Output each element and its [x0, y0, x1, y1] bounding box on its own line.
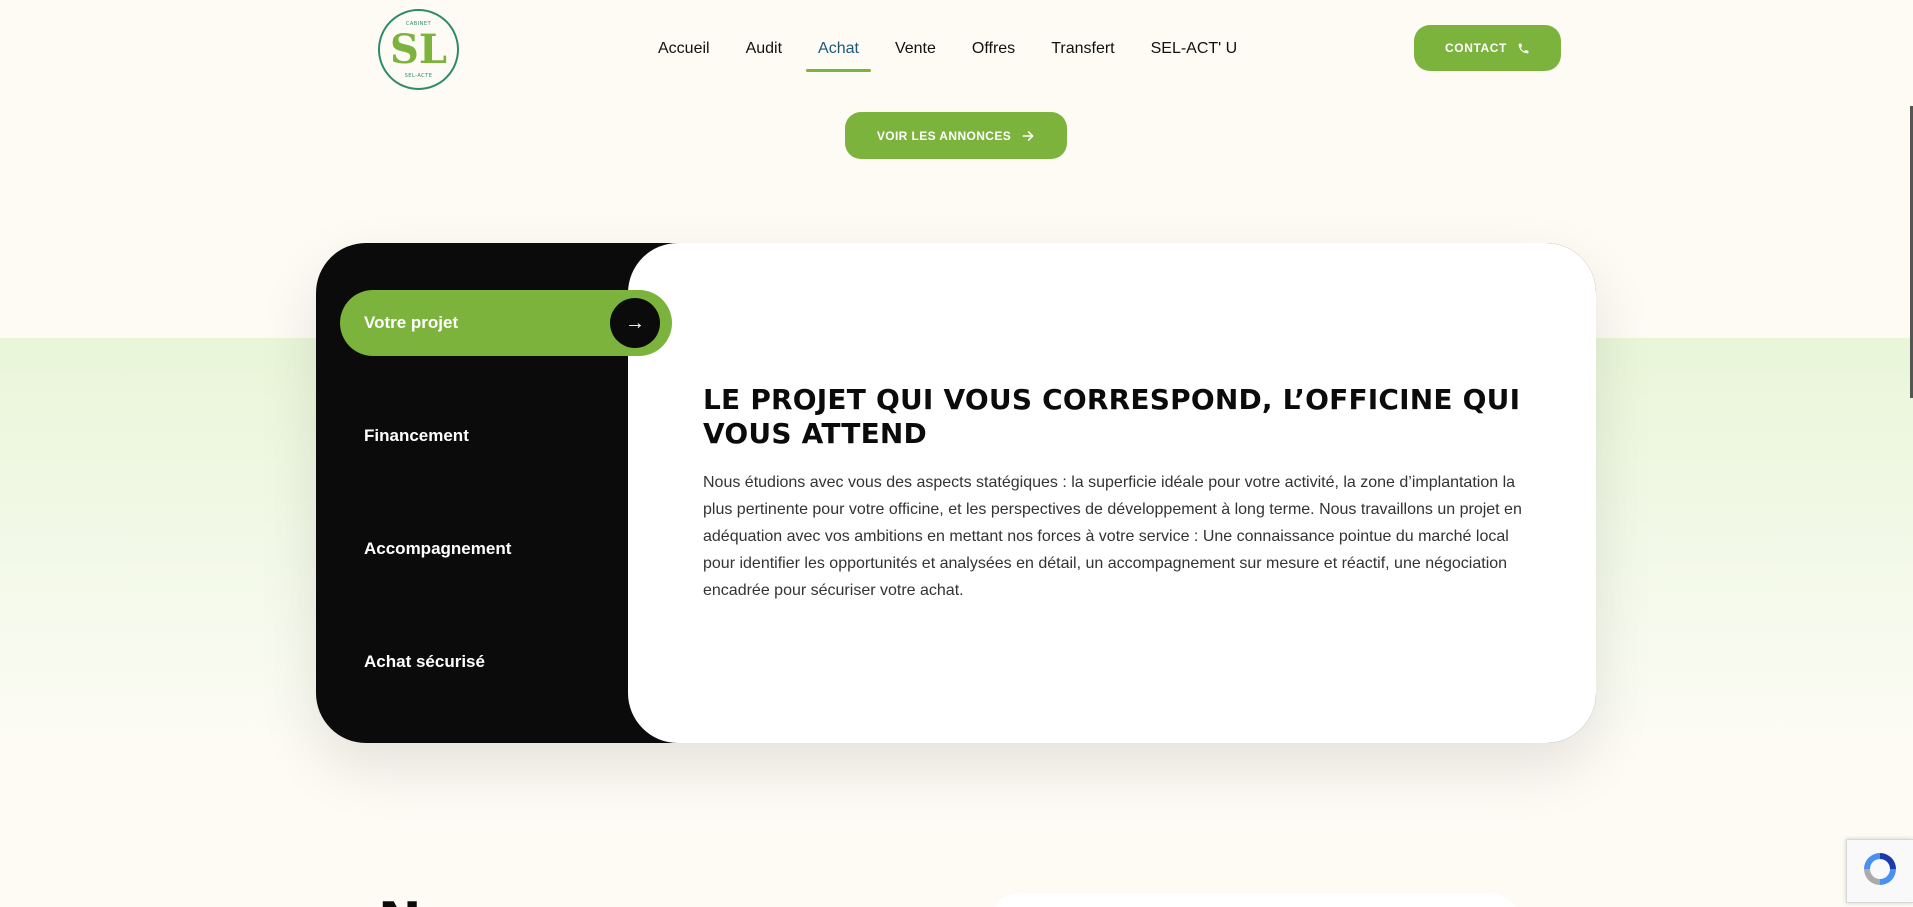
- tab-financement[interactable]: Financement: [340, 403, 672, 469]
- recaptcha-badge[interactable]: [1846, 839, 1913, 903]
- tab-content-panel: LE PROJET QUI VOUS CORRESPOND, L’OFFICIN…: [628, 243, 1596, 743]
- view-listings-label: VOIR LES ANNONCES: [876, 128, 1012, 143]
- tab-accompagnement[interactable]: Accompagnement: [340, 516, 672, 582]
- tab-label: Accompagnement: [364, 539, 512, 558]
- logo-mark: SL: [389, 25, 447, 73]
- arrow-right-icon: →: [610, 298, 660, 348]
- contact-button[interactable]: CONTACT: [1414, 25, 1561, 71]
- nav-item-audit[interactable]: Audit: [728, 30, 800, 72]
- nav-item-transfert[interactable]: Transfert: [1033, 30, 1132, 72]
- nav-item-sel-act-u[interactable]: SEL-ACT' U: [1133, 30, 1256, 72]
- step-tabs: Votre projet → Financement Accompagnemen…: [316, 243, 672, 743]
- panel-title: LE PROJET QUI VOUS CORRESPOND, L’OFFICIN…: [703, 383, 1521, 450]
- tab-achat-securise[interactable]: Achat sécurisé: [340, 629, 672, 695]
- recaptcha-icon: [1860, 849, 1900, 893]
- nav-item-vente[interactable]: Vente: [877, 30, 954, 72]
- nav-item-accueil[interactable]: Accueil: [640, 30, 728, 72]
- tab-label: Financement: [364, 426, 469, 445]
- next-section-card: [990, 893, 1520, 907]
- main-navigation: Accueil Audit Achat Vente Offres Transfe…: [640, 30, 1255, 74]
- nav-item-achat[interactable]: Achat: [800, 30, 877, 72]
- tab-votre-projet[interactable]: Votre projet →: [340, 290, 672, 356]
- phone-icon: [1517, 42, 1530, 55]
- logo-bottom-text: SEL-ACTE: [404, 72, 433, 79]
- nav-item-offres[interactable]: Offres: [954, 30, 1033, 72]
- panel-description: Nous étudions avec vous des aspects stat…: [703, 474, 1522, 599]
- view-listings-button[interactable]: VOIR LES ANNONCES: [845, 112, 1067, 159]
- site-logo[interactable]: CABINET SL SEL-ACTE: [378, 9, 459, 90]
- tab-label: Achat sécurisé: [364, 652, 485, 671]
- purchase-steps-card: Votre projet → Financement Accompagnemen…: [316, 243, 1596, 743]
- next-section-heading-text: Nos annonces: [378, 892, 785, 907]
- tab-label: Votre projet: [364, 313, 459, 332]
- next-section-heading: Nos annonces: [378, 888, 785, 907]
- contact-button-label: CONTACT: [1445, 41, 1507, 55]
- arrow-right-icon: [1021, 129, 1035, 143]
